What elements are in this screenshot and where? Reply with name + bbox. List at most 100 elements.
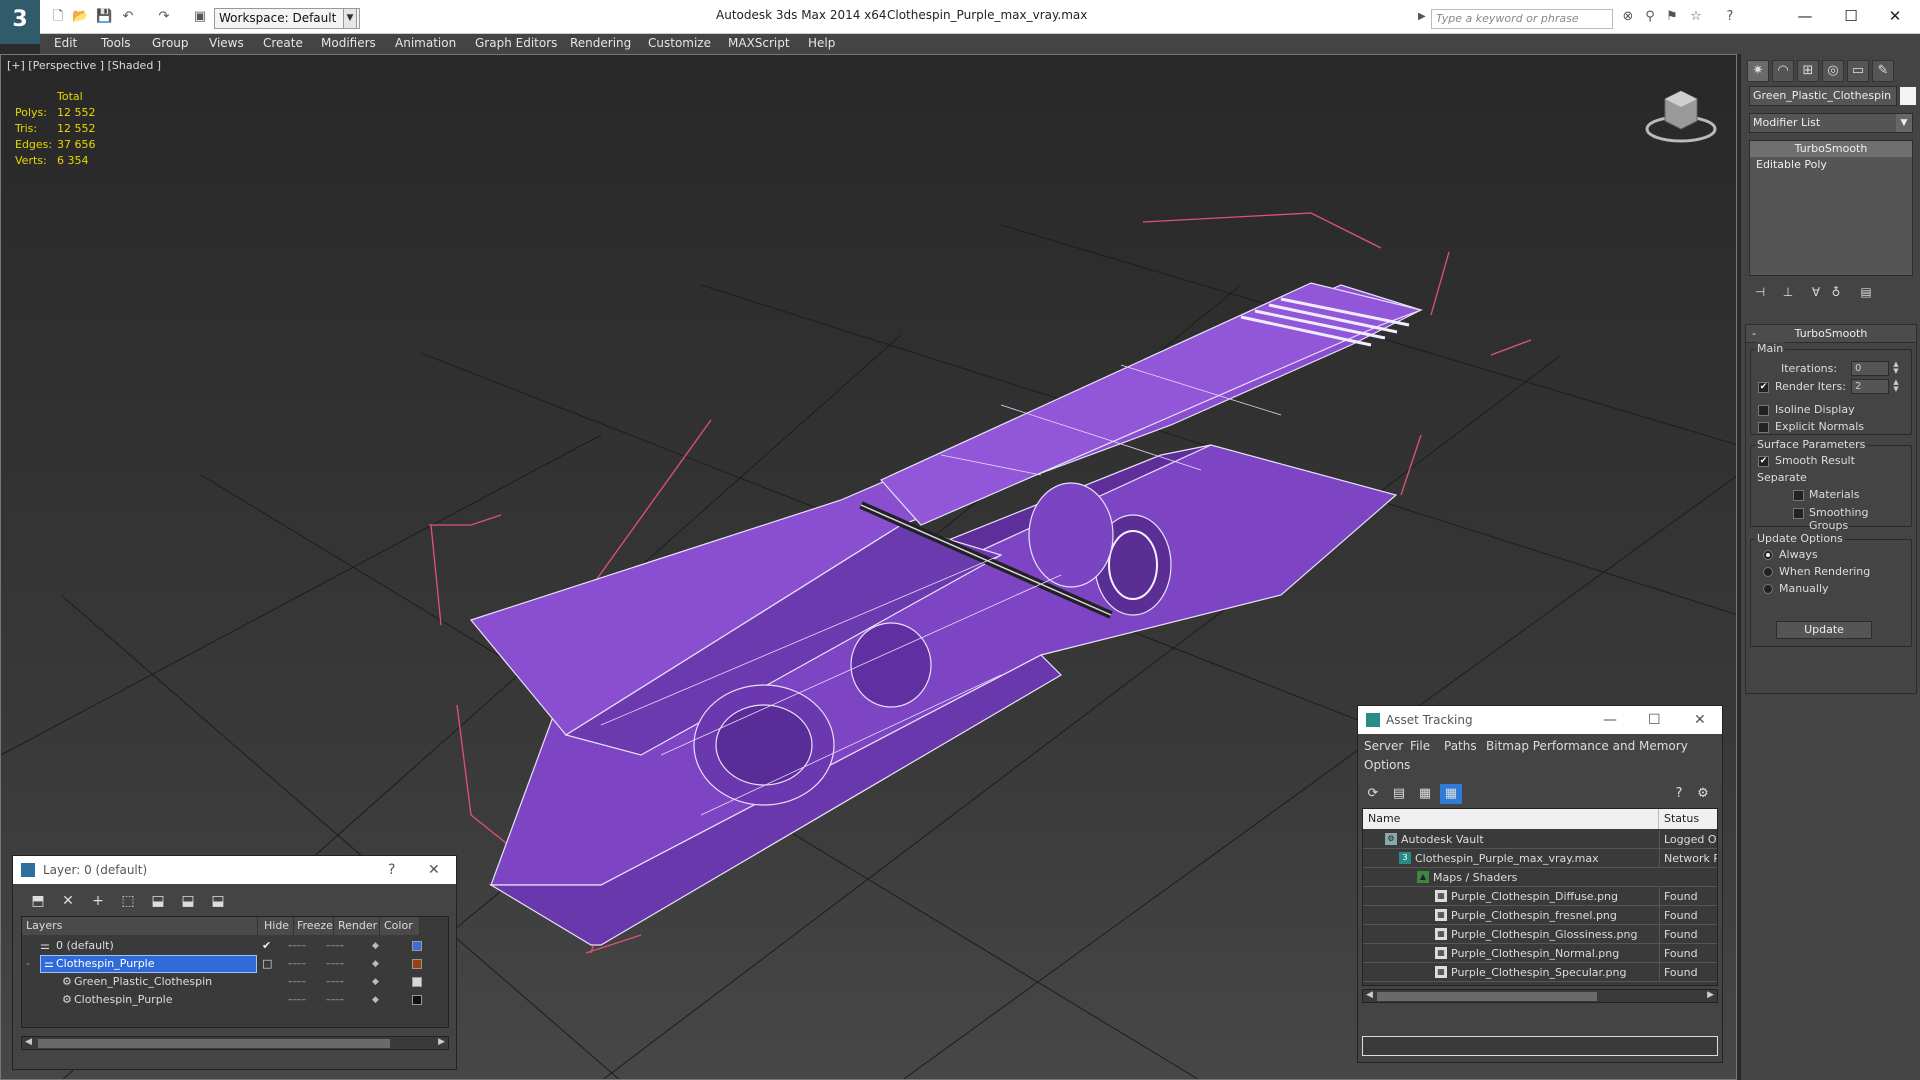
menu-server[interactable]: Server [1364,739,1403,753]
maximize-icon[interactable]: ☐ [1648,706,1661,734]
layer-window-titlebar[interactable]: Layer: 0 (default) ? ✕ [13,856,456,884]
menu-paths[interactable]: Paths [1444,739,1477,753]
hide-toggle[interactable]: –––– [288,955,306,973]
spinner-arrows-icon[interactable]: ▲ ▼ [1891,379,1901,394]
close-icon[interactable]: ✕ [1694,706,1706,734]
asset-row[interactable]: ▦ Purple_Clothespin_fresnel.png Found [1363,906,1717,925]
table-view-icon[interactable]: ▦ [1440,784,1462,804]
object-name-field[interactable]: Green_Plastic_Clothespin [1749,86,1897,106]
menu-file[interactable]: File [1410,739,1430,753]
freeze-toggle[interactable]: –––– [326,991,344,1009]
when-rendering-radio[interactable] [1763,567,1773,577]
motion-tab-icon[interactable]: ◎ [1822,60,1844,82]
make-unique-icon[interactable]: ∀ [1805,282,1827,302]
workspace-select[interactable]: Workspace: Default ▼ [214,8,360,29]
stack-item-turbosmooth[interactable]: TurboSmooth [1750,141,1912,157]
hide-toggle[interactable]: –––– [288,973,306,991]
menu-options[interactable]: Options [1364,758,1410,772]
object-color-swatch[interactable] [412,995,422,1005]
asset-window-titlebar[interactable]: Asset Tracking — ☐ ✕ [1358,706,1722,734]
menu-tools[interactable]: Tools [101,34,131,53]
hide-toggle[interactable]: –––– [288,991,306,1009]
asset-row[interactable]: ▦ Purple_Clothespin_Normal.png Found [1363,944,1717,963]
select-objects-icon[interactable]: ⬚ [117,891,139,911]
smooth-result-checkbox[interactable]: ✔ [1758,456,1769,467]
menu-animation[interactable]: Animation [395,34,456,53]
add-to-layer-icon[interactable]: + [87,891,109,911]
freeze-toggle[interactable]: –––– [326,955,344,973]
help-icon[interactable]: ? [1722,9,1738,25]
viewcube-icon[interactable] [1641,85,1721,145]
minimize-icon[interactable]: — [1790,5,1820,27]
render-teapot-icon[interactable]: ◆ [372,973,379,991]
spinner-arrows-icon[interactable]: ▲ ▼ [1891,361,1901,376]
active-layer-check-icon[interactable]: ✔ [262,937,271,955]
close-icon[interactable]: ✕ [428,856,440,884]
hide-all-icon[interactable]: ⬓ [177,891,199,911]
menu-graph-editors[interactable]: Graph Editors [475,34,557,53]
hide-toggle[interactable]: –––– [288,937,306,955]
create-tab-icon[interactable]: ✷ [1747,60,1769,82]
minimize-icon[interactable]: — [1603,706,1617,734]
menu-rendering[interactable]: Rendering [570,34,631,53]
asset-row[interactable]: ⚙ Autodesk Vault Logged Ou [1363,830,1717,849]
configure-sets-icon[interactable]: ▤ [1855,282,1877,302]
search-expand-icon[interactable]: ▶ [1418,11,1426,22]
workspace-dropdown-button[interactable]: ▼ [343,8,357,29]
render-teapot-icon[interactable]: ◆ [372,955,379,973]
pin-stack-icon[interactable]: ⊣ [1749,282,1771,302]
column-layers[interactable]: Layers [22,917,258,935]
layer-row[interactable]: ⚙ Clothespin_Purple –––– –––– ◆ [22,991,448,1009]
create-layer-icon[interactable]: ⬒ [27,891,49,911]
update-button[interactable]: Update [1776,621,1872,639]
menu-edit[interactable]: Edit [54,34,77,53]
column-status[interactable]: Status [1659,809,1717,829]
layer-color-swatch[interactable] [412,959,422,969]
save-file-icon[interactable]: 💾 [96,9,112,25]
scroll-right-icon[interactable]: ▶ [438,1037,445,1047]
modifier-list-dropdown[interactable]: Modifier List ▼ [1749,113,1913,133]
binoculars-icon[interactable]: ⊗ [1620,9,1636,25]
iterations-spinner[interactable]: 0 [1851,361,1889,376]
expand-icon[interactable]: - [26,955,30,973]
close-icon[interactable]: ✕ [1880,5,1910,27]
object-color-swatch[interactable] [412,977,422,987]
refresh-icon[interactable]: ⟳ [1362,784,1384,804]
layer-row[interactable]: ⚌ 0 (default) ✔ –––– –––– ◆ [22,937,448,955]
column-freeze[interactable]: Freeze [294,917,334,935]
search-input[interactable]: Type a keyword or phrase [1431,9,1613,29]
column-name[interactable]: Name [1363,809,1659,829]
open-file-icon[interactable]: 📂 [72,9,88,25]
layer-color-swatch[interactable] [412,941,422,951]
layer-row[interactable]: ⚙ Green_Plastic_Clothespin –––– –––– ◆ [22,973,448,991]
display-tab-icon[interactable]: ▭ [1847,60,1869,82]
highlight-layer-icon[interactable]: ⬓ [147,891,169,911]
remove-modifier-icon[interactable]: ♁ [1825,282,1847,302]
app-logo-icon[interactable]: 3 [0,0,40,44]
always-radio[interactable] [1763,550,1773,560]
undo-icon[interactable]: ↶ [120,9,136,25]
communication-icon[interactable]: ⚑ [1664,9,1680,25]
smoothing-groups-checkbox[interactable] [1793,508,1804,519]
menu-modifiers[interactable]: Modifiers [321,34,376,53]
asset-row[interactable]: 3 Clothespin_Purple_max_vray.max Network… [1363,849,1717,868]
scrollbar-thumb[interactable] [1377,992,1597,1001]
asset-horizontal-scrollbar[interactable]: ◀ ▶ [1362,989,1718,1003]
object-color-swatch[interactable] [1900,87,1916,105]
column-render[interactable]: Render [334,917,380,935]
hierarchy-tab-icon[interactable]: ⊞ [1797,60,1819,82]
menu-maxscript[interactable]: MAXScript [728,34,790,53]
menu-help[interactable]: Help [808,34,835,53]
column-hide[interactable]: Hide [258,917,294,935]
render-teapot-icon[interactable]: ◆ [372,937,379,955]
show-end-result-icon[interactable]: ⊥ [1777,282,1799,302]
subscription-icon[interactable]: ⚲ [1642,9,1658,25]
detail-view-icon[interactable]: ▦ [1414,784,1436,804]
help-icon[interactable]: ? [1668,784,1690,804]
stack-item-editable-poly[interactable]: Editable Poly [1750,157,1912,173]
make-active-icon[interactable]: □ [262,955,272,973]
scroll-left-icon[interactable]: ◀ [25,1037,32,1047]
layer-horizontal-scrollbar[interactable]: ◀ ▶ [21,1036,449,1050]
explicit-normals-checkbox[interactable] [1758,422,1769,433]
delete-layer-icon[interactable]: ✕ [57,891,79,911]
